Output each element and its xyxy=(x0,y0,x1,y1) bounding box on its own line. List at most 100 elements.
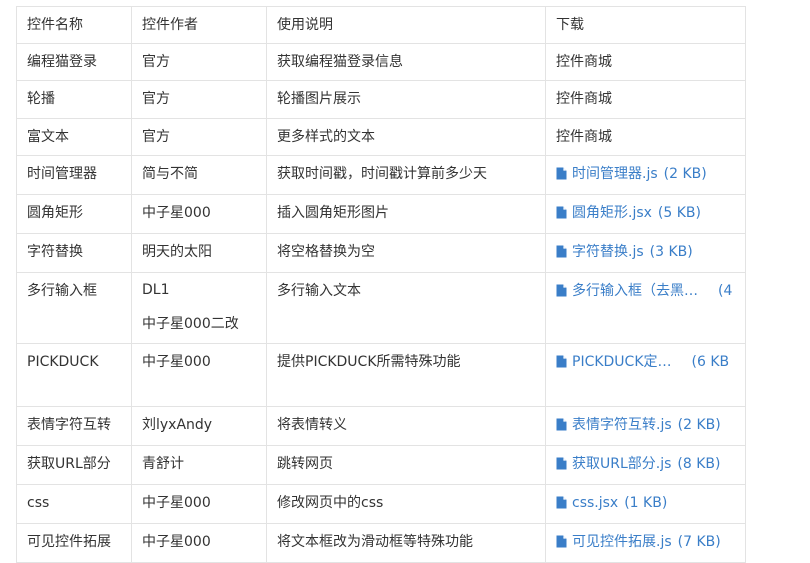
usage-cell: 更多样式的文本 xyxy=(266,118,546,156)
download-cell: PICKDUCK定… (6 KB xyxy=(545,343,746,407)
usage-cell: 提供PICKDUCK所需特殊功能 xyxy=(266,343,546,407)
author-name: 明天的太阳 xyxy=(142,244,212,260)
file-icon xyxy=(556,346,567,382)
file-name: 多行输入框（去黑… xyxy=(572,283,698,299)
file-download-link[interactable]: 时间管理器.js (2 KB) xyxy=(556,166,707,182)
widget-name-cell: PICKDUCK xyxy=(16,343,132,407)
download-cell: 控件商城 xyxy=(545,43,746,81)
file-download-link[interactable]: PICKDUCK定… (6 KB xyxy=(556,354,729,370)
file-size: (5 KB) xyxy=(657,205,701,221)
widget-author-cell: 简与不简 xyxy=(131,155,267,195)
file-download-link[interactable]: 字符替换.js (3 KB) xyxy=(556,244,693,260)
file-size: (8 KB) xyxy=(677,456,721,472)
file-size: (7 KB) xyxy=(677,534,721,550)
file-size: (2 KB) xyxy=(677,417,721,433)
download-cell: 字符替换.js (3 KB) xyxy=(545,233,746,273)
header-usage: 使用说明 xyxy=(266,6,546,44)
download-cell: 获取URL部分.js (8 KB) xyxy=(545,445,746,485)
table-row: 可见控件拓展 中子星000 将文本框改为滑动框等特殊功能 可见控件拓展.js (7 KB… xyxy=(16,523,746,563)
usage-cell: 获取时间戳，时间戳计算前多少天 xyxy=(266,155,546,195)
widget-name-cell: 富文本 xyxy=(16,118,132,156)
table-row: 时间管理器 简与不简 获取时间戳，时间戳计算前多少天 时间管理器.js (2 KB) xyxy=(16,155,746,195)
download-source-text: 控件商城 xyxy=(556,91,612,107)
file-icon xyxy=(556,487,567,523)
file-size: (6 KB xyxy=(691,354,730,370)
author-name: 中子星000 xyxy=(142,205,211,221)
author-name: 简与不简 xyxy=(142,166,198,182)
author-name: 刘lyxAndy xyxy=(142,417,213,433)
author-name: 青舒计 xyxy=(142,456,184,472)
file-download-link[interactable]: 圆角矩形.jsx (5 KB) xyxy=(556,205,701,221)
file-name: 字符替换.js xyxy=(572,244,644,260)
author-name: 中子星000二改 xyxy=(142,316,239,332)
file-icon xyxy=(556,236,567,272)
table-row: 获取URL部分 青舒计 跳转网页 获取URL部分.js (8 KB) xyxy=(16,445,746,485)
widget-name-cell: 时间管理器 xyxy=(16,155,132,195)
widget-name-cell: 获取URL部分 xyxy=(16,445,132,485)
file-name: 时间管理器.js xyxy=(572,166,658,182)
widget-author-cell: 青舒计 xyxy=(131,445,267,485)
widget-name-cell: 圆角矩形 xyxy=(16,194,132,234)
author-name: 官方 xyxy=(142,54,170,70)
header-widget-author: 控件作者 xyxy=(131,6,267,44)
download-cell: css.jsx (1 KB) xyxy=(545,484,746,524)
author-name: 官方 xyxy=(142,129,170,145)
table-row: PICKDUCK 中子星000 提供PICKDUCK所需特殊功能 PICKDUCK定…… xyxy=(16,343,746,407)
file-name: 可见控件拓展.js xyxy=(572,534,672,550)
table-row: 编程猫登录 官方 获取编程猫登录信息 控件商城 xyxy=(16,43,746,81)
widget-name-cell: 字符替换 xyxy=(16,233,132,273)
widget-author-cell: 中子星000 xyxy=(131,194,267,234)
table-row: 圆角矩形 中子星000 插入圆角矩形图片 圆角矩形.jsx (5 KB) xyxy=(16,194,746,234)
file-icon xyxy=(556,275,567,311)
file-download-link[interactable]: 获取URL部分.js (8 KB) xyxy=(556,456,721,472)
file-download-link[interactable]: 表情字符互转.js (2 KB) xyxy=(556,417,721,433)
file-name: PICKDUCK定… xyxy=(572,354,672,370)
file-download-link[interactable]: 可见控件拓展.js (7 KB) xyxy=(556,534,721,550)
download-cell: 可见控件拓展.js (7 KB) xyxy=(545,523,746,563)
widget-name-cell: 可见控件拓展 xyxy=(16,523,132,563)
widget-author-cell: 中子星000 xyxy=(131,343,267,407)
author-name: 中子星000 xyxy=(142,495,211,511)
usage-cell: 轮播图片展示 xyxy=(266,80,546,119)
widget-author-cell: 中子星000 xyxy=(131,523,267,563)
widget-name-cell: 轮播 xyxy=(16,80,132,119)
file-icon xyxy=(556,526,567,562)
table-header-row: 控件名称 控件作者 使用说明 下载 xyxy=(16,6,746,44)
usage-cell: 将空格替换为空 xyxy=(266,233,546,273)
table-row: 表情字符互转 刘lyxAndy 将表情转义 表情字符互转.js (2 KB) xyxy=(16,406,746,446)
usage-cell: 插入圆角矩形图片 xyxy=(266,194,546,234)
file-name: 表情字符互转.js xyxy=(572,417,672,433)
download-cell: 时间管理器.js (2 KB) xyxy=(545,155,746,195)
widget-author-cell: 刘lyxAndy xyxy=(131,406,267,446)
table-row: 多行输入框 DL1 中子星000二改 多行输入文本 多行输入框（去黑… (4 xyxy=(16,272,746,344)
widget-author-cell: 中子星000 xyxy=(131,484,267,524)
widget-author-cell: 官方 xyxy=(131,80,267,119)
widget-author-cell: 明天的太阳 xyxy=(131,233,267,273)
author-name: 官方 xyxy=(142,91,170,107)
file-download-link[interactable]: 多行输入框（去黑… (4 xyxy=(556,283,732,299)
author-name: DL1 xyxy=(142,282,170,298)
download-cell: 控件商城 xyxy=(545,118,746,156)
file-size: (2 KB) xyxy=(663,166,707,182)
usage-cell: 修改网页中的css xyxy=(266,484,546,524)
download-cell: 多行输入框（去黑… (4 xyxy=(545,272,746,344)
file-name: css.jsx xyxy=(572,495,619,511)
usage-cell: 将表情转义 xyxy=(266,406,546,446)
widget-author-cell: 官方 xyxy=(131,43,267,81)
file-size: (1 KB) xyxy=(624,495,668,511)
widget-name-cell: 表情字符互转 xyxy=(16,406,132,446)
file-icon xyxy=(556,409,567,445)
widget-author-cell: DL1 中子星000二改 xyxy=(131,272,267,344)
widget-name-cell: 编程猫登录 xyxy=(16,43,132,81)
table-row: 字符替换 明天的太阳 将空格替换为空 字符替换.js (3 KB) xyxy=(16,233,746,273)
usage-cell: 将文本框改为滑动框等特殊功能 xyxy=(266,523,546,563)
usage-cell: 多行输入文本 xyxy=(266,272,546,344)
download-cell: 控件商城 xyxy=(545,80,746,119)
file-size: (3 KB) xyxy=(649,244,693,260)
file-name: 获取URL部分.js xyxy=(572,456,672,472)
widget-table: 控件名称 控件作者 使用说明 下载 编程猫登录 官方 获取编程猫登录信息 控件商城 轮播… xyxy=(16,6,746,563)
file-download-link[interactable]: css.jsx (1 KB) xyxy=(556,495,667,511)
author-name: 中子星000 xyxy=(142,534,211,550)
download-source-text: 控件商城 xyxy=(556,54,612,70)
download-source-text: 控件商城 xyxy=(556,129,612,145)
